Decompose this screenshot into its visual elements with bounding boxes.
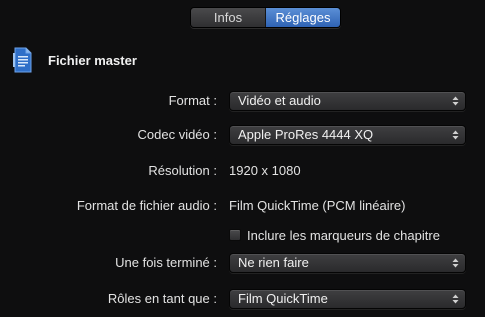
roles-row: Rôles en tant que : Film QuickTime: [0, 289, 485, 309]
header-title: Fichier master: [48, 52, 137, 68]
when-done-value: Ne rien faire: [238, 255, 309, 270]
format-value: Vidéo et audio: [238, 93, 321, 108]
section-header: Fichier master: [12, 47, 137, 73]
tab-infos[interactable]: Infos: [191, 8, 266, 27]
format-label: Format :: [168, 93, 217, 108]
chapter-markers-checkbox[interactable]: [229, 229, 241, 241]
updown-arrows-icon: [452, 294, 459, 304]
updown-arrows-icon: [452, 130, 459, 140]
when-done-popup[interactable]: Ne rien faire: [229, 253, 466, 273]
audio-format-label: Format de fichier audio :: [76, 198, 217, 213]
resolution-label: Résolution :: [148, 163, 217, 178]
tab-control: Infos Réglages: [190, 7, 341, 28]
codec-label: Codec vidéo :: [137, 127, 218, 142]
codec-row: Codec vidéo : Apple ProRes 4444 XQ: [0, 125, 485, 145]
codec-popup[interactable]: Apple ProRes 4444 XQ: [229, 125, 466, 145]
roles-value: Film QuickTime: [238, 291, 328, 306]
resolution-row: Résolution : 1920 x 1080: [0, 161, 485, 181]
audio-format-value: Film QuickTime (PCM linéaire): [229, 198, 406, 213]
format-row: Format : Vidéo et audio: [0, 91, 485, 111]
resolution-value: 1920 x 1080: [229, 163, 301, 178]
codec-value: Apple ProRes 4444 XQ: [238, 127, 374, 142]
audio-format-row: Format de fichier audio : Film QuickTime…: [0, 196, 485, 216]
tab-reglages[interactable]: Réglages: [266, 8, 340, 27]
when-done-row: Une fois terminé : Ne rien faire: [0, 253, 485, 273]
roles-popup[interactable]: Film QuickTime: [229, 289, 466, 309]
when-done-label: Une fois terminé :: [115, 255, 217, 270]
chapter-markers-label: Inclure les marqueurs de chapitre: [247, 227, 440, 243]
updown-arrows-icon: [452, 96, 459, 106]
chapter-markers-checkbox-row[interactable]: Inclure les marqueurs de chapitre: [229, 227, 440, 243]
file-document-icon: [13, 47, 32, 73]
roles-label: Rôles en tant que :: [107, 291, 217, 306]
format-popup[interactable]: Vidéo et audio: [229, 91, 466, 111]
updown-arrows-icon: [452, 258, 459, 268]
